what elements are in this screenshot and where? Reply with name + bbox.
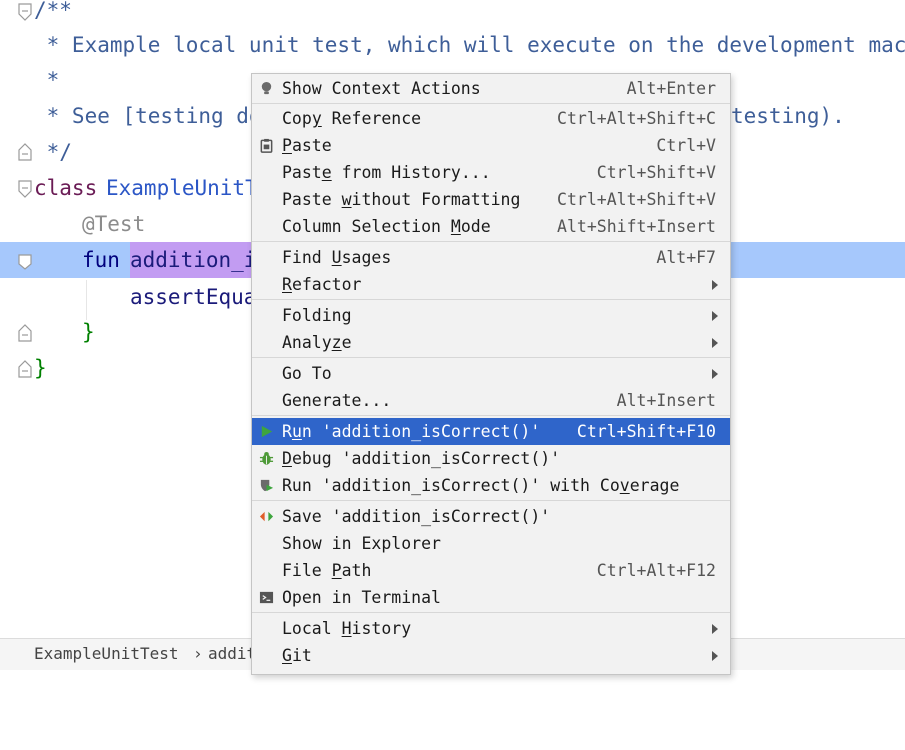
save-config-icon (259, 511, 274, 522)
menu-item-shortcut: Alt+Shift+Insert (557, 217, 716, 236)
menu-item-go-to[interactable]: Go To (252, 360, 730, 387)
menu-separator (252, 299, 730, 300)
doc-comment: testing). (731, 104, 845, 128)
menu-item-label: Show in Explorer (282, 534, 441, 553)
keyword-fun: fun (82, 248, 120, 272)
bug-icon (259, 451, 274, 465)
menu-separator (252, 103, 730, 104)
annotation: @Test (82, 212, 146, 236)
menu-item-label: Go To (282, 364, 332, 383)
submenu-arrow-icon (712, 338, 718, 348)
menu-item-shortcut: Ctrl+V (656, 136, 716, 155)
coverage-icon (260, 479, 274, 492)
menu-item-label: Generate... (282, 391, 392, 410)
class-name: ExampleUnitT (106, 176, 258, 200)
menu-item-shortcut: Ctrl+Alt+F12 (596, 561, 716, 580)
menu-item-analyze[interactable]: Analyze (252, 329, 730, 356)
doc-comment: * See [testing do (34, 104, 262, 128)
menu-item-paste-without-formatting[interactable]: Paste without Formatting Ctrl+Alt+Shift+… (252, 186, 730, 213)
menu-item-run-with-coverage[interactable]: Run 'addition_isCorrect()' with Coverage (252, 472, 730, 499)
menu-item-shortcut: Ctrl+Alt+Shift+C (557, 109, 716, 128)
submenu-arrow-icon (712, 311, 718, 321)
function-call: assertEqua (130, 285, 257, 309)
doc-comment: /** (34, 0, 72, 22)
menu-separator (252, 415, 730, 416)
closing-brace: } (82, 320, 95, 344)
menu-item-label: Folding (282, 306, 352, 325)
breadcrumb-separator: › (193, 644, 203, 663)
lightbulb-icon (261, 81, 272, 95)
menu-item-column-selection-mode[interactable]: Column Selection Mode Alt+Shift+Insert (252, 213, 730, 240)
submenu-arrow-icon (712, 624, 718, 634)
submenu-arrow-icon (712, 280, 718, 290)
menu-item-shortcut: Ctrl+Shift+V (596, 163, 716, 182)
code-line: * Example local unit test, which will ex… (0, 27, 905, 63)
menu-separator (252, 241, 730, 242)
closing-brace: } (34, 356, 47, 380)
menu-item-paste[interactable]: Paste Ctrl+V (252, 132, 730, 159)
menu-item-save-config[interactable]: Save 'addition_isCorrect()' (252, 503, 730, 530)
menu-separator (252, 500, 730, 501)
context-menu: Show Context Actions Alt+Enter Copy Refe… (251, 73, 731, 675)
menu-item-local-history[interactable]: Local History (252, 615, 730, 642)
doc-comment: * (34, 68, 60, 92)
submenu-arrow-icon (712, 369, 718, 379)
menu-item-debug[interactable]: Debug 'addition_isCorrect()' (252, 445, 730, 472)
menu-item-show-in-explorer[interactable]: Show in Explorer (252, 530, 730, 557)
menu-item-generate[interactable]: Generate... Alt+Insert (252, 387, 730, 414)
menu-item-shortcut: Alt+Enter (626, 79, 716, 98)
menu-item-open-in-terminal[interactable]: Open in Terminal (252, 584, 730, 611)
menu-item-git[interactable]: Git (252, 642, 730, 669)
clipboard-icon (260, 138, 273, 153)
keyword-class: class (34, 176, 98, 200)
menu-item-file-path[interactable]: File Path Ctrl+Alt+F12 (252, 557, 730, 584)
menu-item-shortcut: Alt+F7 (656, 248, 716, 267)
menu-item-refactor[interactable]: Refactor (252, 271, 730, 298)
doc-comment: * Example local unit test, which will ex… (34, 33, 905, 57)
doc-comment: */ (34, 140, 72, 164)
menu-separator (252, 612, 730, 613)
menu-item-label: Show Context Actions (282, 79, 481, 98)
terminal-icon (259, 591, 274, 604)
run-gutter-icon[interactable] (17, 254, 33, 270)
menu-item-label: Open in Terminal (282, 588, 441, 607)
menu-separator (252, 357, 730, 358)
breadcrumb-class[interactable]: ExampleUnitTest (34, 639, 179, 669)
code-line: /** (0, 0, 905, 28)
menu-item-shortcut: Ctrl+Alt+Shift+V (557, 190, 716, 209)
menu-item-copy-reference[interactable]: Copy Reference Ctrl+Alt+Shift+C (252, 105, 730, 132)
play-icon (261, 425, 273, 438)
menu-item-label: Save 'addition_isCorrect()' (282, 507, 551, 526)
menu-item-find-usages[interactable]: Find Usages Alt+F7 (252, 244, 730, 271)
menu-item-shortcut: Alt+Insert (616, 391, 716, 410)
menu-item-shortcut: Ctrl+Shift+F10 (576, 422, 716, 441)
menu-item-run[interactable]: Run 'addition_isCorrect()' Ctrl+Shift+F1… (252, 418, 730, 445)
submenu-arrow-icon (712, 651, 718, 661)
menu-item-folding[interactable]: Folding (252, 302, 730, 329)
function-name: addition_i (130, 242, 261, 278)
menu-item-paste-from-history[interactable]: Paste from History... Ctrl+Shift+V (252, 159, 730, 186)
menu-item-show-context-actions[interactable]: Show Context Actions Alt+Enter (252, 75, 730, 102)
breadcrumb-method[interactable]: addit (208, 639, 256, 669)
